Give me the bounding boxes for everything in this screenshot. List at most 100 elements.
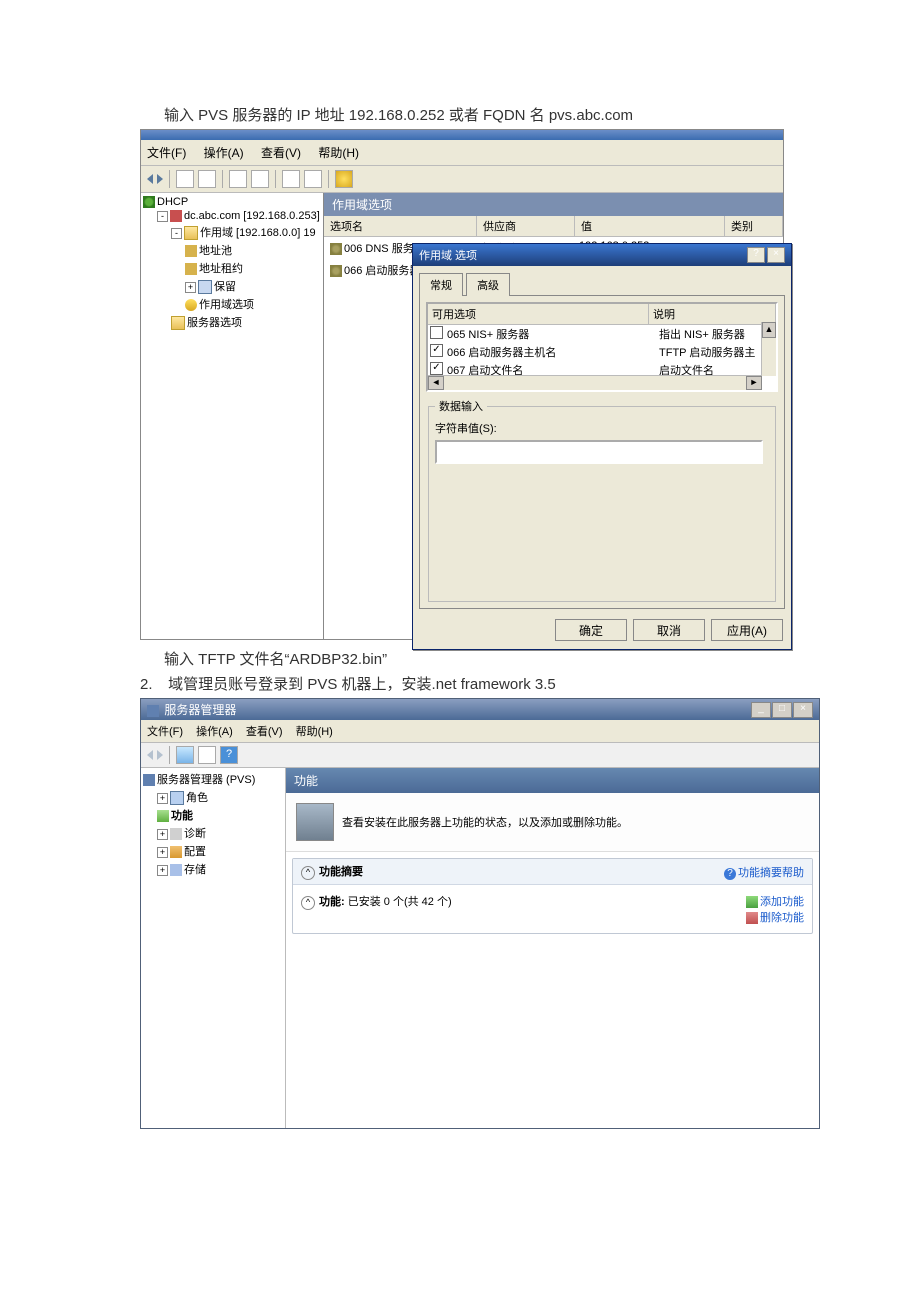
options-listbox[interactable]: 可用选项 说明 065 NIS+ 服务器指出 NIS+ 服务器 ✓066 启动服… bbox=[426, 302, 778, 392]
gear-icon bbox=[330, 265, 342, 277]
help-icon[interactable]: ? bbox=[220, 746, 238, 764]
scroll-left-icon[interactable]: ◄ bbox=[428, 376, 444, 390]
folder-icon bbox=[185, 245, 197, 257]
ok-button[interactable]: 确定 bbox=[555, 619, 627, 641]
close-button[interactable]: × bbox=[793, 702, 813, 718]
expand-icon[interactable]: + bbox=[157, 865, 168, 876]
checkbox-icon[interactable]: ✓ bbox=[430, 344, 443, 357]
list-icon[interactable] bbox=[251, 170, 269, 188]
expand-icon[interactable]: + bbox=[185, 282, 196, 293]
dhcp-titlebar bbox=[141, 130, 783, 140]
refresh-icon[interactable] bbox=[282, 170, 300, 188]
menu-help[interactable]: 帮助(H) bbox=[318, 146, 359, 160]
sm-tree-diag[interactable]: 诊断 bbox=[184, 828, 206, 840]
close-button[interactable]: × bbox=[767, 247, 785, 263]
sm-menubar: 文件(F) 操作(A) 查看(V) 帮助(H) bbox=[141, 720, 819, 743]
tree-pool[interactable]: 地址池 bbox=[199, 245, 232, 257]
server-icon bbox=[170, 210, 182, 222]
export-icon[interactable] bbox=[229, 170, 247, 188]
sm-menu-file[interactable]: 文件(F) bbox=[147, 726, 183, 738]
option-row[interactable]: 065 NIS+ 服务器指出 NIS+ 服务器 bbox=[428, 325, 776, 343]
dhcp-root-icon bbox=[143, 196, 155, 208]
scroll-up-icon[interactable]: ▲ bbox=[762, 322, 776, 338]
step-number: 2. bbox=[140, 676, 164, 693]
sm-menu-help[interactable]: 帮助(H) bbox=[296, 726, 333, 738]
col-class[interactable]: 类别 bbox=[725, 216, 783, 236]
sm-tree: 服务器管理器 (PVS) + 角色 功能 + 诊断 + 配置 + 存储 bbox=[141, 768, 286, 1128]
diag-icon bbox=[170, 828, 182, 840]
checkbox-icon[interactable] bbox=[430, 326, 443, 339]
sm-toolbar: ? bbox=[141, 743, 819, 768]
col-vendor[interactable]: 供应商 bbox=[477, 216, 575, 236]
expand-icon[interactable]: + bbox=[157, 847, 168, 858]
col-name[interactable]: 选项名 bbox=[324, 216, 477, 236]
minimize-button[interactable]: _ bbox=[751, 702, 771, 718]
expand-icon[interactable]: + bbox=[157, 793, 168, 804]
sm-title-text: 服务器管理器 bbox=[164, 703, 236, 717]
summary-help-link[interactable]: ?功能摘要帮助 bbox=[724, 864, 804, 880]
chevron-up-icon[interactable]: ^ bbox=[301, 866, 315, 880]
refresh-icon[interactable] bbox=[176, 746, 194, 764]
tree-reserve[interactable]: 保留 bbox=[214, 281, 236, 293]
menu-action[interactable]: 操作(A) bbox=[204, 146, 244, 160]
tree-scope-options[interactable]: 作用域选项 bbox=[199, 299, 254, 311]
forward-icon[interactable] bbox=[157, 750, 163, 760]
toolbar bbox=[141, 166, 783, 193]
up-icon[interactable] bbox=[176, 170, 194, 188]
stop-icon[interactable] bbox=[304, 170, 322, 188]
expand-icon[interactable]: - bbox=[171, 228, 182, 239]
remove-icon bbox=[746, 912, 758, 924]
string-value-input[interactable] bbox=[435, 440, 763, 464]
step-text: 域管理员账号登录到 PVS 机器上，安装.net framework 3.5 bbox=[168, 676, 556, 693]
col-value[interactable]: 值 bbox=[575, 216, 725, 236]
col-available[interactable]: 可用选项 bbox=[428, 304, 649, 324]
maximize-button[interactable]: □ bbox=[772, 702, 792, 718]
apply-button[interactable]: 应用(A) bbox=[711, 619, 783, 641]
tree-scope[interactable]: 作用域 [192.168.0.0] 19 bbox=[200, 227, 316, 239]
forward-icon[interactable] bbox=[157, 174, 163, 184]
feature-summary-panel: ^功能摘要 ?功能摘要帮助 ^功能: 已安装 0 个(共 42 个) 添加功能 … bbox=[292, 858, 813, 934]
storage-icon bbox=[170, 864, 182, 876]
help-button[interactable]: ? bbox=[747, 247, 765, 263]
back-icon[interactable] bbox=[147, 174, 153, 184]
option-row[interactable]: ✓066 启动服务器主机名TFTP 启动服务器主 bbox=[428, 343, 776, 361]
menu-file[interactable]: 文件(F) bbox=[147, 146, 186, 160]
menu-view[interactable]: 查看(V) bbox=[261, 146, 301, 160]
list-header: 选项名 供应商 值 类别 bbox=[324, 216, 783, 237]
tree-lease[interactable]: 地址租约 bbox=[199, 263, 243, 275]
instruction-text: 输入 PVS 服务器的 IP 地址 192.168.0.252 或者 FQDN … bbox=[164, 104, 860, 125]
tree-root[interactable]: DHCP bbox=[157, 196, 188, 208]
field-label: 字符串值(S): bbox=[435, 420, 769, 436]
chevron-up-icon[interactable]: ^ bbox=[301, 896, 315, 910]
expand-icon[interactable]: - bbox=[157, 211, 168, 222]
expand-icon[interactable]: + bbox=[157, 829, 168, 840]
checkbox-icon[interactable]: ✓ bbox=[430, 362, 443, 375]
tab-general[interactable]: 常规 bbox=[419, 273, 463, 296]
sm-tree-root[interactable]: 服务器管理器 (PVS) bbox=[157, 774, 255, 786]
feature-icon bbox=[157, 810, 169, 822]
props-icon[interactable] bbox=[198, 170, 216, 188]
col-desc[interactable]: 说明 bbox=[649, 304, 776, 324]
remove-feature-link[interactable]: 删除功能 bbox=[746, 909, 804, 925]
sm-tree-role[interactable]: 角色 bbox=[186, 792, 208, 804]
tree-server-options[interactable]: 服务器选项 bbox=[187, 317, 242, 329]
cancel-button[interactable]: 取消 bbox=[633, 619, 705, 641]
add-feature-link[interactable]: 添加功能 bbox=[746, 893, 804, 909]
dialog-title: 作用域 选项 bbox=[419, 247, 477, 263]
sm-tree-feature[interactable]: 功能 bbox=[171, 810, 193, 822]
scroll-right-icon[interactable]: ► bbox=[746, 376, 762, 390]
add-icon bbox=[746, 896, 758, 908]
horizontal-scrollbar[interactable]: ◄► bbox=[428, 375, 762, 390]
tab-advanced[interactable]: 高级 bbox=[466, 273, 510, 296]
options-icon bbox=[185, 299, 197, 311]
help-icon[interactable] bbox=[335, 170, 353, 188]
sm-tree-store[interactable]: 存储 bbox=[184, 864, 206, 876]
back-icon[interactable] bbox=[147, 750, 153, 760]
props-icon[interactable] bbox=[198, 746, 216, 764]
sm-tree-conf[interactable]: 配置 bbox=[184, 846, 206, 858]
server-icon bbox=[143, 774, 155, 786]
vertical-scrollbar[interactable]: ▲ bbox=[761, 322, 776, 376]
sm-menu-view[interactable]: 查看(V) bbox=[246, 726, 283, 738]
sm-menu-action[interactable]: 操作(A) bbox=[196, 726, 233, 738]
tree-server[interactable]: dc.abc.com [192.168.0.253] bbox=[184, 210, 320, 222]
